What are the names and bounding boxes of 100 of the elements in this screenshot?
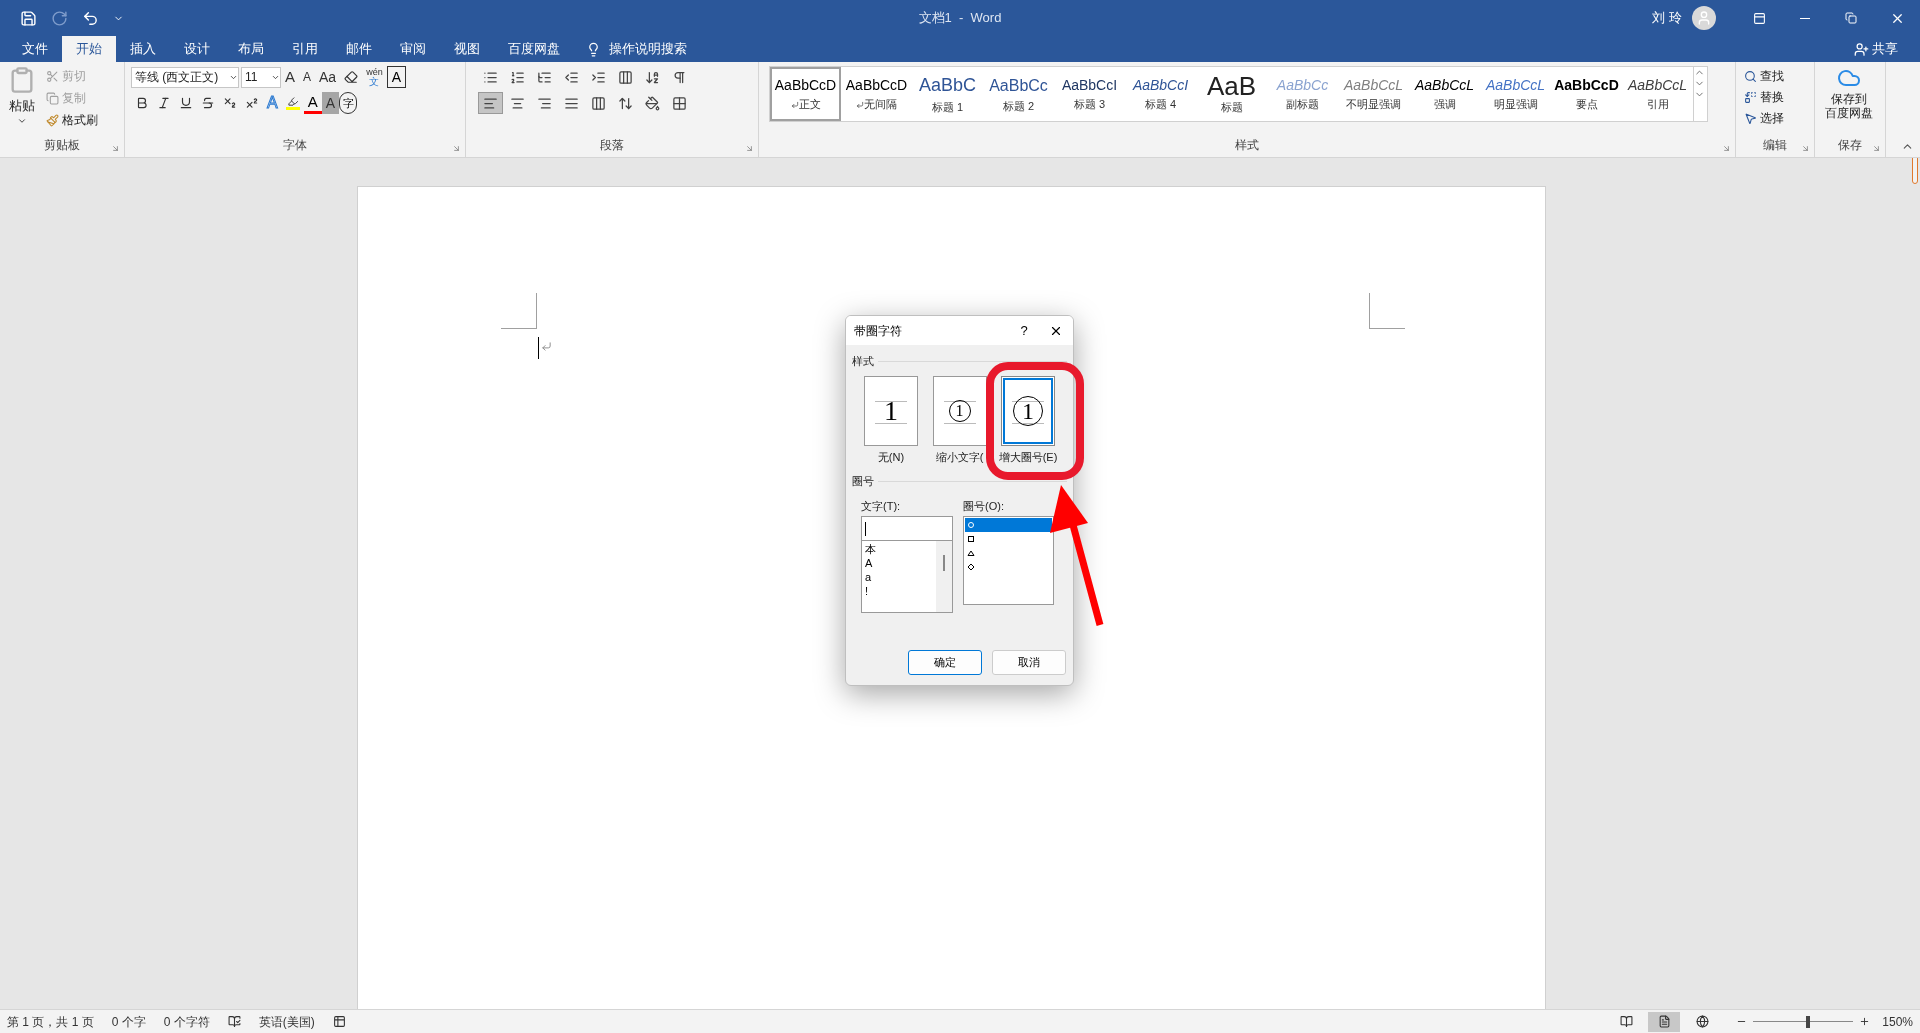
print-view-button[interactable] [1648,1011,1681,1032]
zoom-level[interactable]: 150% [1882,1012,1913,1031]
group-label: 样式 [1235,137,1259,154]
style-item[interactable]: AaBbCcI 标题 3 [1054,67,1125,121]
ribbon-tab[interactable]: 设计 [170,36,224,62]
section-label: 圈号 [852,474,874,489]
undo-icon[interactable] [82,9,99,27]
ribbon-tab[interactable]: 邮件 [332,36,386,62]
superscript-icon [245,96,259,110]
lightbulb-icon [586,41,601,57]
style-option[interactable]: 1 [932,375,987,446]
style-item[interactable]: AaBbC 标题 1 [912,67,983,121]
dialog-launcher-icon[interactable] [1722,144,1731,153]
style-item[interactable]: AaBbCcL 强调 [1409,67,1480,121]
style-option[interactable]: 1 [864,375,918,446]
style-item[interactable]: AaB 标题 [1196,67,1267,121]
page-count[interactable]: 第 1 页，共 1 页 [7,1012,94,1031]
cancel-button[interactable]: 取消 [992,650,1066,675]
save-icon[interactable] [20,9,37,27]
section-label: 样式 [852,354,874,369]
dialog-launcher-icon[interactable] [1872,144,1881,153]
select-button[interactable]: 选择 [1744,108,1784,128]
language[interactable]: 英语(美国) [258,1012,315,1031]
style-item[interactable]: AaBbCcL 明显强调 [1480,67,1551,121]
highlight-icon [285,96,300,110]
proofing-icon[interactable] [227,1015,241,1028]
ribbon-tab[interactable]: 视图 [440,36,494,62]
shading-icon [645,95,660,111]
dialog-launcher-icon[interactable] [1801,144,1810,153]
numbering-icon [510,69,525,85]
left-icon [483,95,498,111]
word-count[interactable]: 0 个字 [111,1012,146,1031]
border-button[interactable]: A [386,66,406,88]
style-item[interactable]: AaBbCcI 标题 4 [1125,67,1196,121]
font-size-field[interactable]: 11 [241,66,281,88]
ribbon-tab[interactable]: 开始 [62,36,116,62]
ribbon-tab[interactable]: 插入 [116,36,170,62]
ribbon-tab[interactable]: 引用 [278,36,332,62]
restore-icon [1845,12,1857,24]
grow-button[interactable]: A [281,66,299,88]
person-icon [1696,10,1712,26]
dialog-launcher-icon[interactable] [111,144,120,153]
text-input-field[interactable] [861,516,953,541]
replace-button[interactable]: 替换 [1744,87,1784,107]
preview-character: 1 [955,400,964,421]
style-option[interactable]: 1 [1001,375,1055,446]
list-item[interactable]: A [865,556,936,570]
style-item[interactable]: AaBbCcD 正文 [770,67,841,121]
list-item[interactable]: 本 [865,542,936,556]
pointer-icon [1744,111,1757,125]
zoom-slider[interactable] [1753,1015,1854,1028]
scrollbar-thumb[interactable] [943,555,945,571]
group-label: 字体 [283,137,307,154]
ok-button[interactable]: 确定 [908,650,982,675]
ribbon-tab[interactable]: 文件 [8,36,62,62]
case-button[interactable]: Aa [315,66,341,88]
char-count[interactable]: 0 个字符 [163,1012,210,1031]
margin-mark [500,293,537,329]
style-item[interactable]: AaBbCcL 不明显强调 [1338,67,1409,121]
find-button[interactable]: 查找 [1744,66,1784,86]
book-icon [1619,1015,1633,1028]
style-item[interactable]: AaBbCcL 引用 [1622,67,1693,121]
save-to-cloud-button[interactable]: 保存到 百度网盘 [1819,66,1879,136]
tell-me-field[interactable]: 操作说明搜索 [586,36,687,62]
list-item[interactable]: ! [865,584,936,598]
paste-button[interactable]: 粘贴 [4,66,40,136]
list-item[interactable]: a [865,570,936,584]
avatar-icon[interactable] [1692,6,1716,30]
clear-icon [344,70,359,84]
ribbon-tab[interactable]: 布局 [224,36,278,62]
painter-button[interactable]: 格式刷 [46,110,98,130]
zoom-thumb[interactable] [1806,1015,1811,1028]
add-person-icon [1854,41,1869,57]
user-name: 刘 玲 [1652,9,1682,28]
style-item[interactable]: AaBbCc 标题 2 [983,67,1054,121]
style-item[interactable]: AaBbCcD 无间隔 [841,67,912,121]
option-label: 缩小文字( [935,449,984,465]
globe-icon [1695,1015,1709,1028]
outdent-icon [564,69,579,85]
preview-character: 1 [884,393,898,428]
shading-button[interactable]: A [321,92,340,114]
phonetic-button[interactable]: wén 文 [362,66,387,88]
triangle-icon [967,549,975,557]
shrink-button[interactable]: A [299,66,316,88]
style-item[interactable]: AaBbCcD 要点 [1551,67,1622,121]
macro-icon[interactable] [332,1015,346,1028]
group-label: 段落 [600,137,624,154]
ribbon-tab[interactable]: 百度网盘 [494,36,574,62]
help-button[interactable]: ? [1009,320,1039,341]
style-item[interactable]: AaBbCc 副标题 [1267,67,1338,121]
share-button[interactable]: 共享 [1854,36,1898,62]
font-name-field[interactable]: 等线 (西文正文) [131,66,239,88]
dialog-launcher-icon[interactable] [452,144,461,153]
dialog-launcher-icon[interactable] [745,144,754,153]
ribbon-tab[interactable]: 审阅 [386,36,440,62]
text-list[interactable]: 本 A a ! [861,541,953,613]
marks-icon [672,69,687,85]
zoom-in-icon[interactable] [1859,1016,1871,1027]
borders-icon [672,95,687,111]
replace-icon [1744,90,1757,104]
